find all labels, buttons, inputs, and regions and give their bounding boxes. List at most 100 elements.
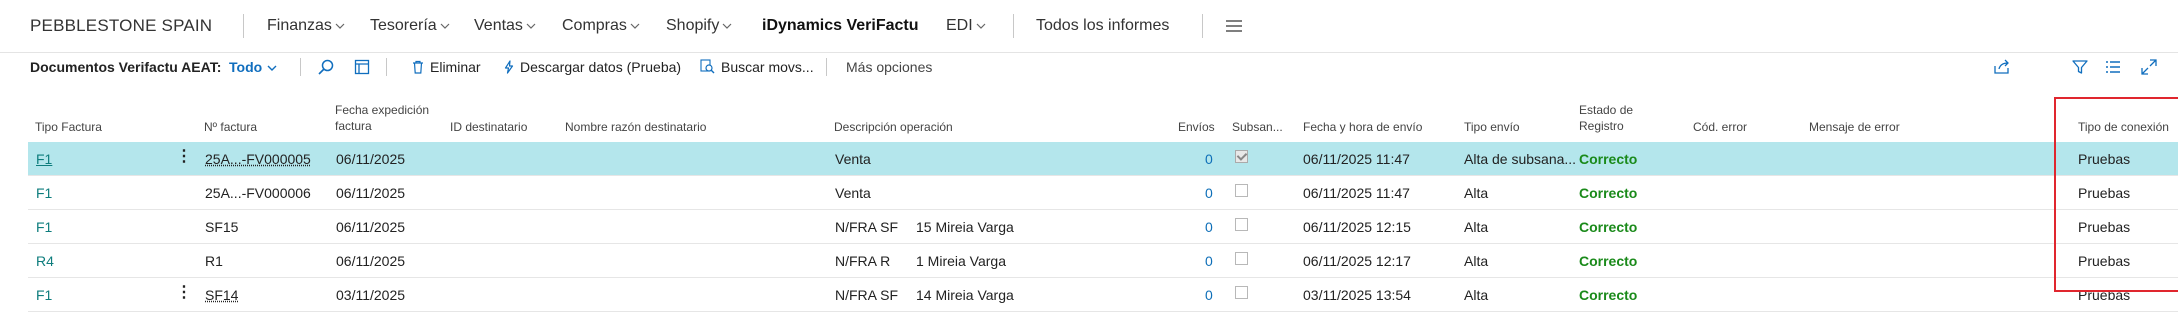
nav-menu-label: Compras xyxy=(562,17,627,34)
filter-icon[interactable] xyxy=(2072,59,2088,75)
cell-tipo-conexion: Pruebas xyxy=(2078,253,2131,269)
row-actions-icon[interactable]: ⋮ xyxy=(176,285,192,301)
chevron-down-icon xyxy=(335,23,345,29)
nav-menu-shopify[interactable]: Shopify xyxy=(666,17,732,35)
header-line: factura xyxy=(335,119,372,133)
cell-envios[interactable]: 0 xyxy=(1205,287,1213,303)
cell-estado-registro: Correcto xyxy=(1579,185,1638,201)
cell-tipo-factura[interactable]: F1 xyxy=(36,287,52,303)
cell-n-factura[interactable]: SF14 xyxy=(205,287,238,303)
header-line: Estado de xyxy=(1579,103,1634,117)
delete-button-label: Eliminar xyxy=(430,59,481,75)
cell-fecha-expedicion: 03/11/2025 xyxy=(336,287,406,303)
top-navigation: PEBBLESTONE SPAIN Finanzas Tesorería Ven… xyxy=(0,0,2178,52)
nav-divider xyxy=(1202,14,1203,38)
nav-divider xyxy=(1013,14,1014,38)
column-header-cod-error[interactable]: Cód. error xyxy=(1693,119,1747,135)
edit-list-icon[interactable] xyxy=(354,59,370,75)
row-actions-icon[interactable]: ⋮ xyxy=(176,149,192,165)
column-header-tipo-envio[interactable]: Tipo envío xyxy=(1464,119,1520,135)
trash-icon xyxy=(413,60,423,74)
cell-descripcion: Venta xyxy=(835,185,871,201)
nav-menu-finanzas[interactable]: Finanzas xyxy=(267,17,345,35)
cell-descripcion-detalle: 15 Mireia Varga xyxy=(916,219,1014,235)
column-header-fecha-hora-envio[interactable]: Fecha y hora de envío xyxy=(1303,119,1422,135)
column-header-mensaje-error[interactable]: Mensaje de error xyxy=(1809,119,1900,135)
cell-fecha-hora-envio: 06/11/2025 12:15 xyxy=(1303,219,1411,235)
subsanacion-checkbox[interactable] xyxy=(1235,218,1248,231)
nav-menu-edi[interactable]: EDI xyxy=(946,17,986,35)
table-row[interactable]: F1 SF15 06/11/2025 N/FRA SF 15 Mireia Va… xyxy=(28,210,2178,244)
chevron-down-icon xyxy=(267,65,277,71)
nav-menu-compras[interactable]: Compras xyxy=(562,17,640,35)
subsanacion-checkbox[interactable] xyxy=(1235,286,1248,299)
column-header-nombre-destinatario[interactable]: Nombre razón destinatario xyxy=(565,119,706,135)
nav-divider xyxy=(243,14,244,38)
download-data-button[interactable]: Descargar datos (Prueba) xyxy=(504,59,681,75)
lightning-icon xyxy=(504,60,514,74)
nav-menu-label: Shopify xyxy=(666,17,720,34)
column-header-tipo-conexion[interactable]: Tipo de conexión xyxy=(2078,119,2169,135)
search-icon[interactable] xyxy=(318,59,334,75)
cell-tipo-factura[interactable]: R4 xyxy=(36,253,54,269)
cell-tipo-factura[interactable]: F1 xyxy=(36,185,52,201)
table-row[interactable]: F1 ⋮ 25A...-FV000005 06/11/2025 Venta 0 … xyxy=(28,142,2178,176)
cell-fecha-hora-envio: 06/11/2025 11:47 xyxy=(1303,151,1410,167)
view-filter-dropdown[interactable]: Todo xyxy=(229,59,277,75)
column-header-estado-registro[interactable]: Estado de Registro xyxy=(1579,102,1633,134)
nav-menu-label: Tesorería xyxy=(370,17,437,34)
find-entries-icon xyxy=(700,59,715,74)
column-header-envios[interactable]: Envíos xyxy=(1178,119,1215,135)
company-name[interactable]: PEBBLESTONE SPAIN xyxy=(30,16,212,36)
column-header-tipo-factura[interactable]: Tipo Factura xyxy=(35,119,102,135)
cell-n-factura[interactable]: SF15 xyxy=(205,219,238,235)
toolbar-divider xyxy=(826,58,827,76)
cell-tipo-conexion: Pruebas xyxy=(2078,151,2131,167)
table-row[interactable]: R4 R1 06/11/2025 N/FRA R 1 Mireia Varga … xyxy=(28,244,2178,278)
all-reports-link[interactable]: Todos los informes xyxy=(1036,17,1169,35)
table-header: Tipo Factura Nº factura Fecha expedición… xyxy=(0,98,2178,141)
table-row[interactable]: F1 25A...-FV000006 06/11/2025 Venta 0 06… xyxy=(28,176,2178,210)
cell-envios[interactable]: 0 xyxy=(1205,219,1213,235)
cell-tipo-conexion: Pruebas xyxy=(2078,287,2131,303)
more-options-button[interactable]: Más opciones xyxy=(846,59,932,75)
cell-descripcion: N/FRA R xyxy=(835,253,891,269)
nav-menu-label: iDynamics VeriFactu xyxy=(762,17,919,34)
nav-menu-ventas[interactable]: Ventas xyxy=(474,17,536,35)
cell-envios[interactable]: 0 xyxy=(1205,253,1213,269)
cell-n-factura[interactable]: R1 xyxy=(205,253,223,269)
column-header-descripcion[interactable]: Descripción operación xyxy=(834,119,953,135)
action-bar: Documentos Verifactu AEAT: Todo Eliminar… xyxy=(0,52,2178,81)
chevron-down-icon xyxy=(722,23,732,29)
cell-envios[interactable]: 0 xyxy=(1205,185,1213,201)
expand-icon[interactable] xyxy=(2141,59,2157,75)
hamburger-menu-icon[interactable] xyxy=(1226,20,1242,32)
column-header-n-factura[interactable]: Nº factura xyxy=(204,119,257,135)
cell-n-factura[interactable]: 25A...-FV000006 xyxy=(205,185,311,201)
nav-menu-tesoreria[interactable]: Tesorería xyxy=(370,17,450,35)
table-row[interactable]: F1 ⋮ SF14 03/11/2025 N/FRA SF 14 Mireia … xyxy=(28,278,2178,312)
share-icon[interactable] xyxy=(1993,59,2011,75)
delete-button[interactable]: Eliminar xyxy=(412,59,481,75)
column-header-fecha-expedicion[interactable]: Fecha expedición factura xyxy=(335,102,429,134)
subsanacion-checkbox[interactable] xyxy=(1235,150,1248,163)
cell-n-factura[interactable]: 25A...-FV000005 xyxy=(205,151,311,167)
subsanacion-checkbox[interactable] xyxy=(1235,184,1248,197)
cell-tipo-factura[interactable]: F1 xyxy=(36,219,52,235)
nav-menu-idynamics-verifactu[interactable]: iDynamics VeriFactu xyxy=(762,17,919,35)
cell-tipo-envio: Alta xyxy=(1464,219,1489,235)
cell-fecha-expedicion: 06/11/2025 xyxy=(336,185,406,201)
find-entries-label: Buscar movs... xyxy=(721,59,814,75)
header-line: Registro xyxy=(1579,119,1624,133)
cell-fecha-hora-envio: 03/11/2025 13:54 xyxy=(1303,287,1411,303)
cell-descripcion: N/FRA SF xyxy=(835,219,899,235)
nav-menu-label: Finanzas xyxy=(267,17,332,34)
cell-tipo-envio: Alta xyxy=(1464,185,1489,201)
subsanacion-checkbox[interactable] xyxy=(1235,252,1248,265)
find-entries-button[interactable]: Buscar movs... xyxy=(700,59,814,75)
cell-envios[interactable]: 0 xyxy=(1205,151,1213,167)
column-header-id-destinatario[interactable]: ID destinatario xyxy=(450,119,527,135)
column-header-subsanacion[interactable]: Subsan... xyxy=(1232,119,1283,135)
cell-tipo-factura[interactable]: F1 xyxy=(36,151,52,167)
list-view-icon[interactable] xyxy=(2105,59,2121,75)
